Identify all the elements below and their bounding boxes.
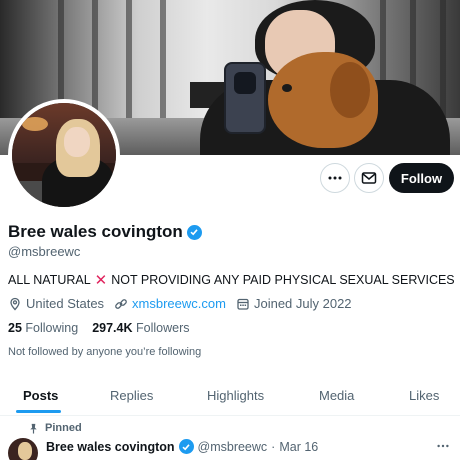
following-label: Following — [25, 321, 79, 335]
link-icon — [115, 298, 127, 309]
follow-counts: 25 Following 297.4K Followers — [8, 321, 190, 335]
bio-text-1: ALL NATURAL — [8, 273, 91, 287]
message-button[interactable] — [354, 163, 384, 193]
tab-highlights[interactable]: Highlights — [207, 374, 264, 416]
display-name-text: Bree wales covington — [8, 222, 183, 241]
envelope-icon — [361, 172, 377, 184]
follow-button[interactable]: Follow — [389, 163, 454, 193]
pinned-label: Pinned — [28, 422, 82, 434]
pinned-text: Pinned — [45, 422, 82, 434]
join-date: Joined July 2022 — [236, 296, 352, 311]
location: United States — [8, 296, 104, 311]
post-author-handle[interactable]: @msbreewc — [198, 440, 268, 454]
location-text: United States — [26, 296, 105, 311]
tab-replies[interactable]: Replies — [110, 374, 153, 416]
post-author-avatar[interactable] — [8, 438, 38, 460]
profile-tabs: Posts Replies Highlights Media Likes — [0, 374, 460, 416]
profile-bio: ALL NATURAL ✕ NOT PROVIDING ANY PAID PHY… — [8, 271, 460, 289]
website[interactable]: xmsbreewc.com — [114, 296, 226, 311]
followers-label: Followers — [136, 321, 190, 335]
bio-text-2: NOT PROVIDING ANY PAID PHYSICAL SEXUAL S… — [111, 273, 455, 287]
followers-link[interactable]: 297.4K Followers — [92, 321, 189, 335]
not-followed-notice: Not followed by anyone you’re following — [8, 346, 202, 358]
post-separator: · — [271, 439, 276, 454]
cross-mark-icon: ✕ — [94, 272, 108, 289]
calendar-icon — [237, 298, 249, 310]
website-link[interactable]: xmsbreewc.com — [132, 296, 226, 311]
join-date-text: Joined July 2022 — [253, 296, 352, 311]
profile-meta: United States xmsbreewc.com Joined July … — [8, 296, 352, 311]
post-header: Bree wales covington @msbreewc · Mar 16 — [46, 439, 318, 454]
active-tab-indicator — [16, 410, 61, 413]
post-more-icon[interactable] — [436, 439, 450, 456]
location-pin-icon — [10, 297, 20, 310]
following-count: 25 — [8, 321, 22, 335]
profile-handle: @msbreewc — [8, 244, 81, 259]
following-link[interactable]: 25 Following — [8, 321, 78, 335]
verified-badge-icon[interactable] — [178, 439, 194, 454]
pin-icon — [30, 423, 37, 434]
more-horizontal-icon — [328, 176, 342, 180]
post-author-name[interactable]: Bree wales covington — [46, 440, 175, 454]
display-name: Bree wales covington — [8, 222, 202, 242]
more-options-button[interactable] — [320, 163, 350, 193]
followers-count: 297.4K — [92, 321, 133, 335]
tab-likes[interactable]: Likes — [409, 374, 439, 416]
tab-media[interactable]: Media — [319, 374, 354, 416]
verified-badge-icon[interactable] — [186, 224, 202, 240]
post-date[interactable]: Mar 16 — [279, 440, 318, 454]
profile-avatar[interactable] — [8, 99, 120, 211]
